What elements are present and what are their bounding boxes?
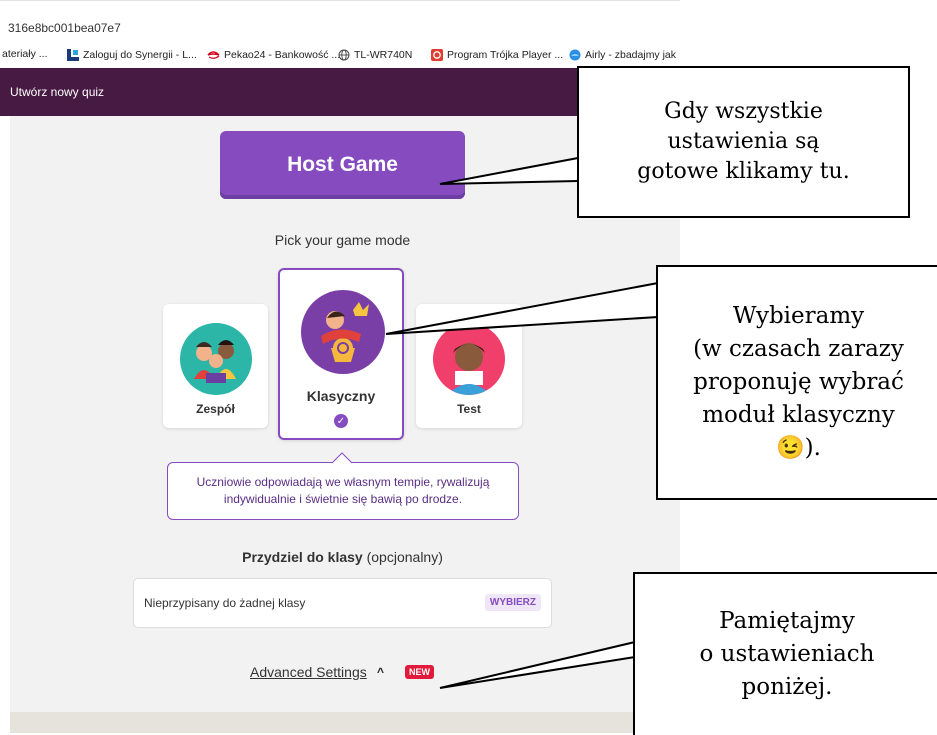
callout-line: ustawienia są	[667, 129, 820, 154]
callout-line: proponuję wybrać	[693, 369, 904, 395]
callout-line: Pamiętajmy	[719, 608, 855, 634]
callout-line: gotowe klikamy tu.	[637, 159, 850, 184]
callout-line: (w czasach zarazy	[693, 336, 904, 362]
callout-line: Wybieramy	[732, 303, 865, 329]
mode-callout-pointer	[385, 282, 659, 335]
callout-line: moduł klasyczny	[702, 402, 895, 428]
callout-line: 😉).	[776, 435, 821, 461]
settings-callout-pointer	[439, 641, 636, 689]
callout-host: Gdy wszystkie ustawienia są gotowe klika…	[577, 66, 910, 218]
callout-line: poniżej.	[741, 674, 833, 700]
callout-mode: Wybieramy (w czasach zarazy proponuję wy…	[656, 265, 937, 500]
host-callout-pointer	[439, 157, 579, 185]
callout-settings: Pamiętajmy o ustawieniach poniżej.	[633, 572, 937, 735]
callout-line: o ustawieniach	[699, 641, 875, 667]
callout-line: Gdy wszystkie	[664, 99, 823, 124]
